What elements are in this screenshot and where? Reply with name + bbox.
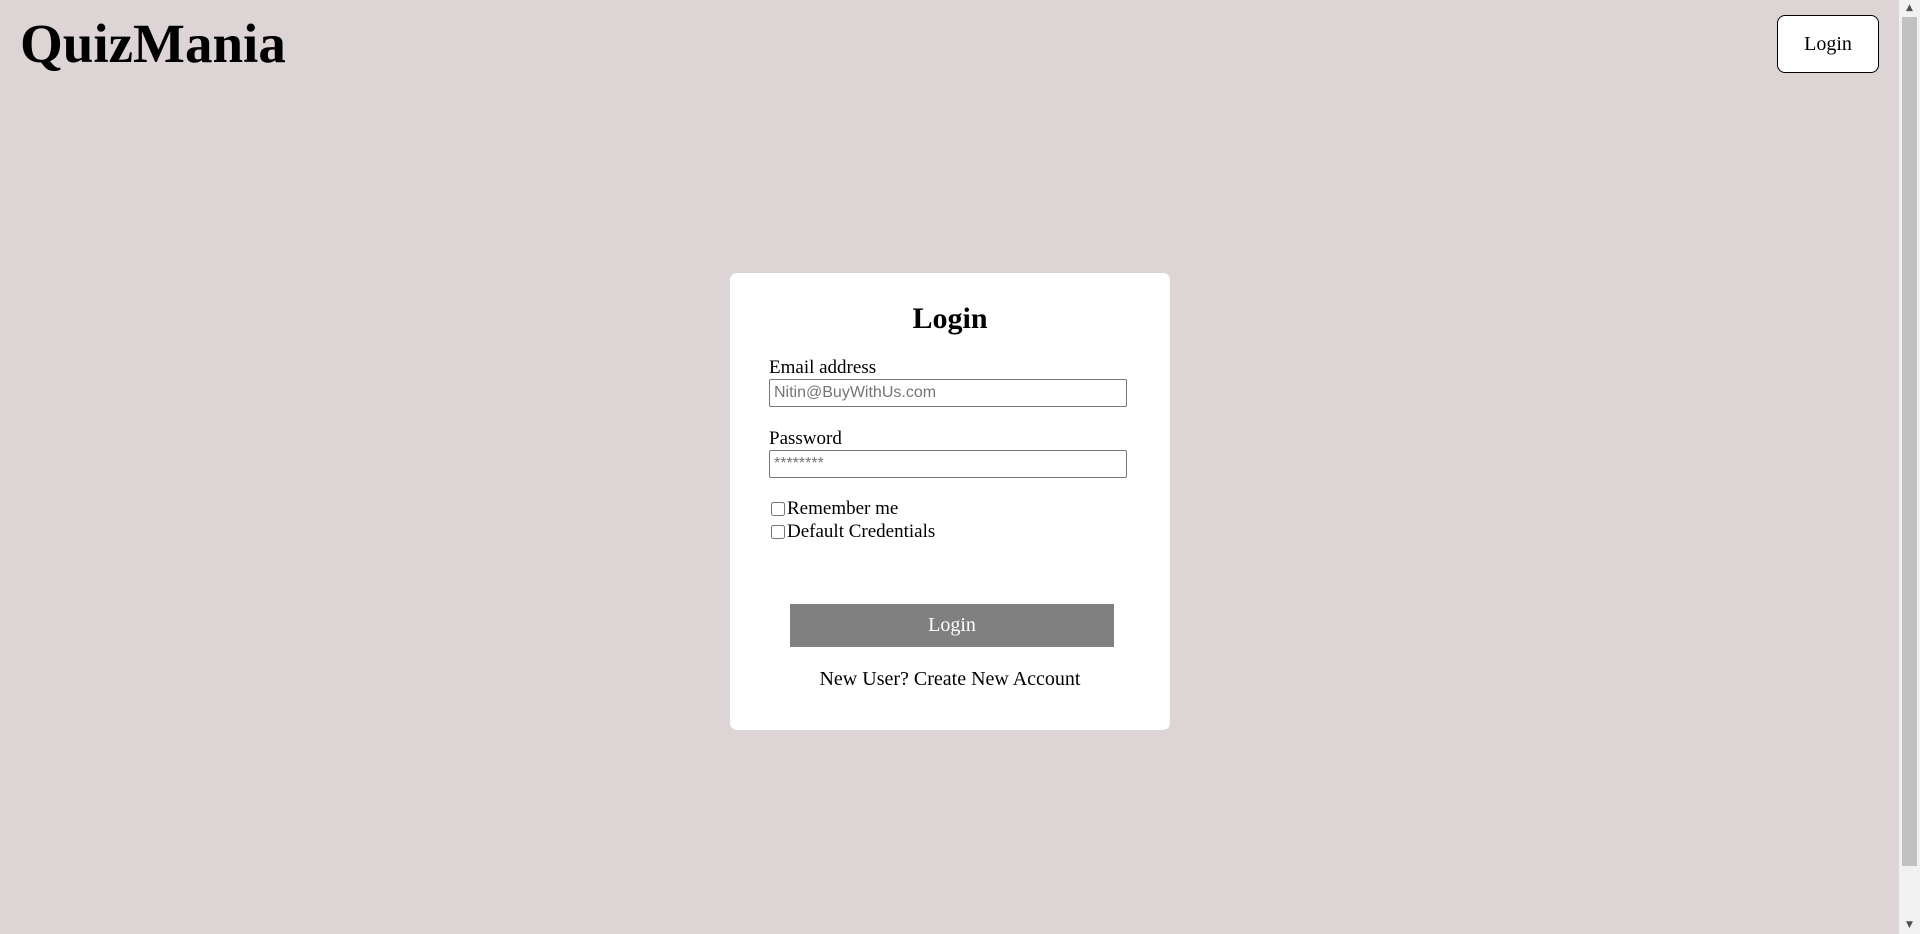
remember-me-checkbox[interactable] xyxy=(771,502,785,516)
scroll-up-arrow-icon[interactable]: ▲ xyxy=(1899,0,1920,17)
password-input[interactable] xyxy=(769,450,1127,478)
page-scrollbar[interactable]: ▲ ▼ xyxy=(1899,0,1920,934)
remember-me-label: Remember me xyxy=(787,498,899,519)
create-account-link[interactable]: New User? Create New Account xyxy=(730,667,1170,691)
email-input[interactable] xyxy=(769,379,1127,407)
login-title: Login xyxy=(912,302,988,335)
scroll-thumb[interactable] xyxy=(1902,17,1917,866)
login-submit-button[interactable]: Login xyxy=(790,604,1114,647)
default-credentials-checkbox[interactable] xyxy=(771,525,785,539)
app-title: QuizMania xyxy=(20,13,286,74)
header-login-button[interactable]: Login xyxy=(1777,15,1879,73)
scroll-down-arrow-icon[interactable]: ▼ xyxy=(1899,917,1920,934)
remember-me-row: Remember me xyxy=(771,498,898,520)
email-label: Email address xyxy=(769,357,877,378)
login-card: Login Email address Password Remember me… xyxy=(730,273,1170,730)
default-credentials-label: Default Credentials xyxy=(787,521,936,542)
password-label: Password xyxy=(769,428,842,449)
default-credentials-row: Default Credentials xyxy=(771,521,935,543)
